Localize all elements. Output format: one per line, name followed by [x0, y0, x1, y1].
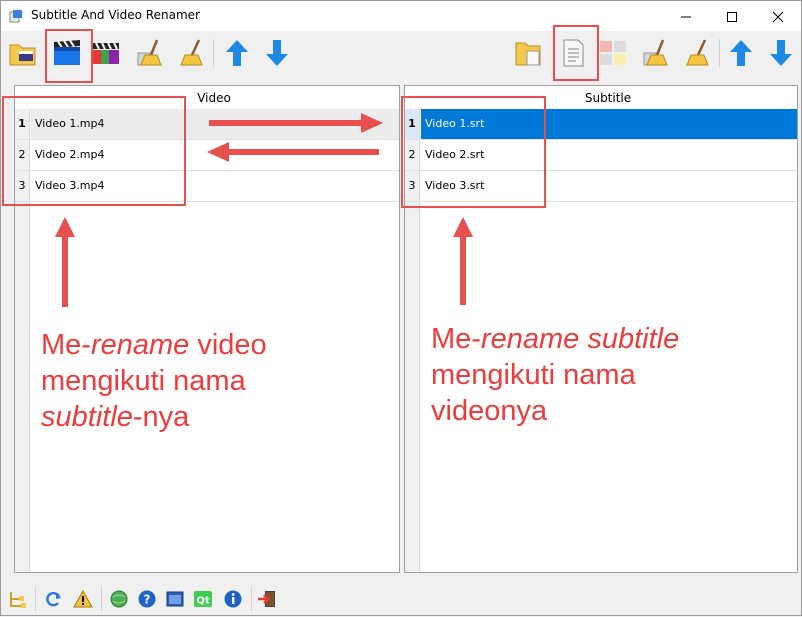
globe-icon[interactable] [109, 589, 129, 609]
info-icon[interactable] [223, 589, 243, 609]
annotation-text-italic: subtitle [41, 401, 133, 433]
svg-text:Qt: Qt [196, 596, 210, 607]
highlight-rename-subtitle-button [553, 25, 599, 81]
annotation-text: -nya [132, 401, 190, 433]
help-icon[interactable]: ? [137, 589, 157, 609]
minimize-icon [681, 16, 691, 18]
subtitle-move-up-arrow-icon[interactable] [725, 37, 757, 69]
toolbar-separator [35, 587, 36, 611]
annotation-text-italic: rename [90, 329, 190, 361]
maximize-button[interactable] [709, 1, 755, 31]
multi-subtitle-icon[interactable] [597, 37, 629, 69]
toolbar-separator [251, 587, 252, 611]
annotation-text: videonya [431, 395, 548, 427]
clean-subtitle-broom-icon[interactable] [641, 37, 673, 69]
toolbar-separator [101, 587, 102, 611]
toolbar-separator [719, 39, 720, 67]
warning-icon[interactable] [73, 589, 93, 609]
subtitle-move-down-arrow-icon[interactable] [765, 37, 797, 69]
minimize-button[interactable] [663, 1, 709, 31]
highlight-subtitle-list [401, 96, 546, 208]
open-subtitle-folder-icon[interactable] [513, 37, 545, 69]
window-title: Subtitle And Video Renamer [31, 8, 200, 22]
app-window: Subtitle And Video Renamer Video 1 Video… [0, 0, 802, 616]
clean-list-broom-icon[interactable] [135, 37, 167, 69]
annotation-text-italic: rename subtitle [480, 323, 680, 355]
multi-video-icon[interactable] [91, 37, 123, 69]
highlight-rename-video-button [45, 29, 93, 83]
about-window-icon[interactable] [165, 589, 185, 609]
toolbar-separator [213, 39, 214, 67]
annotation-rename-subtitle: Me-rename subtitle mengikuti nama videon… [431, 321, 679, 429]
annotation-text: video [189, 329, 267, 361]
clear-broom-icon[interactable] [175, 37, 207, 69]
move-up-arrow-icon[interactable] [221, 37, 253, 69]
open-video-folder-icon[interactable] [7, 37, 39, 69]
app-icon [9, 10, 22, 23]
annotation-rename-video: Me-rename video mengikuti nama subtitle-… [41, 327, 267, 435]
clear-subtitle-broom-icon[interactable] [681, 37, 713, 69]
maximize-icon [727, 12, 737, 22]
refresh-icon[interactable] [43, 589, 63, 609]
annotation-text: mengikuti nama [431, 359, 636, 391]
annotation-text: Me- [431, 323, 481, 355]
tree-icon[interactable] [7, 589, 27, 609]
annotation-text: mengikuti nama [41, 365, 246, 397]
svg-text:?: ? [144, 593, 151, 607]
close-button[interactable] [755, 1, 801, 31]
highlight-video-list [2, 96, 186, 206]
annotation-text: Me- [41, 329, 91, 361]
qt-icon[interactable]: Qt [193, 589, 213, 609]
exit-icon[interactable] [257, 589, 277, 609]
close-icon [772, 11, 784, 23]
move-down-arrow-icon[interactable] [261, 37, 293, 69]
title-bar: Subtitle And Video Renamer [1, 1, 801, 31]
